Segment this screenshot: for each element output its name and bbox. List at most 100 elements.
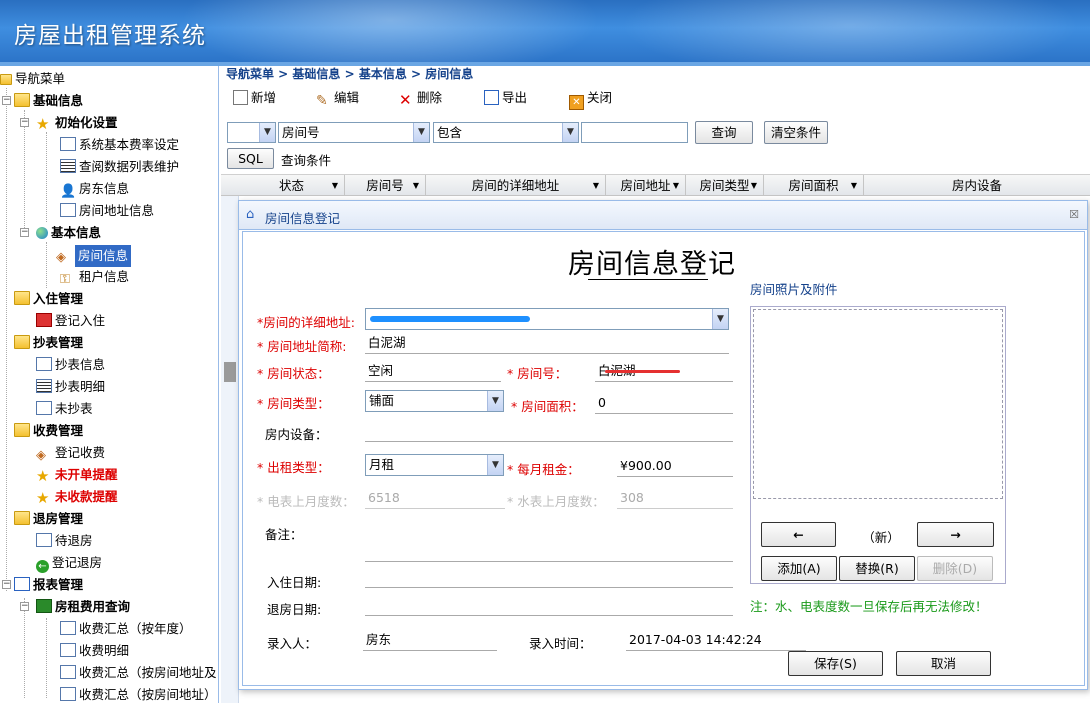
status-field[interactable]: 空闲 <box>365 360 501 382</box>
nav-item-report-mgmt[interactable]: 报表管理 <box>14 575 83 595</box>
header-decoration <box>180 0 600 62</box>
nav-item-tenant[interactable]: ⚿ 租户信息 <box>60 267 129 287</box>
short-name-field[interactable]: 白泥湖 <box>365 332 729 354</box>
operator-select[interactable]: 包含 ▼ <box>433 122 579 143</box>
nav-item-basic-info[interactable]: 基础信息 <box>14 91 83 111</box>
edit-doc-icon <box>36 357 52 371</box>
elec-meter-field[interactable]: 6518 <box>365 487 505 509</box>
logic-select[interactable]: ▼ <box>227 122 276 143</box>
nav-root[interactable]: 导航菜单 <box>0 69 65 89</box>
remark-field[interactable] <box>365 540 733 562</box>
edit-button[interactable]: ✎ 编辑 <box>316 88 359 109</box>
room-number-field[interactable]: 白泥湖 <box>595 360 733 382</box>
nav-item-room-info[interactable]: ◈ 房间信息 <box>56 245 132 267</box>
prev-photo-button[interactable]: ← <box>761 522 836 547</box>
back-arrow-icon: ← <box>36 560 49 573</box>
entry-time-field: 2017-04-03 14:42:24 <box>626 629 806 651</box>
checkout-date-field[interactable] <box>365 594 733 616</box>
photo-counter: （新） <box>862 530 900 545</box>
cancel-button[interactable]: 取消 <box>896 651 991 676</box>
clear-conditions-button[interactable]: 清空条件 <box>764 121 828 144</box>
edit-doc-icon <box>60 137 76 151</box>
photo-preview[interactable] <box>753 309 1003 499</box>
nav-item-label: 收费汇总（按房间地址及 <box>79 665 217 680</box>
nav-item-label: 收费汇总（按年度） <box>79 621 192 636</box>
column-header[interactable]: 房内设备 <box>864 175 1090 196</box>
room-area-field[interactable]: 0 <box>595 392 733 414</box>
row-selector[interactable] <box>224 362 236 382</box>
nav-item-register-checkin[interactable]: 登记入住 <box>36 311 105 331</box>
checkin-date-field[interactable] <box>365 566 733 588</box>
column-header[interactable]: 房间的详细地址 ▼ <box>426 175 606 196</box>
nav-item-register-fee[interactable]: ◈ 登记收费 <box>36 443 105 463</box>
redaction-mark <box>605 370 680 373</box>
new-button[interactable]: 新增 <box>233 88 276 108</box>
nav-item-room-address[interactable]: 房间地址信息 <box>60 201 154 221</box>
water-meter-field[interactable]: 308 <box>617 487 733 509</box>
delete-photo-button[interactable]: 删除(D) <box>917 556 993 581</box>
nav-item-fee-summary-address-and[interactable]: 收费汇总（按房间地址及 <box>60 663 217 683</box>
nav-item-checkout-mgmt[interactable]: 退房管理 <box>14 509 83 529</box>
nav-tree: 导航菜单 − 基础信息 − ★ 初始化设置 系统基本费率设定 查阅数据列表维护 👤… <box>0 66 219 703</box>
nav-item-meter-info[interactable]: 抄表信息 <box>36 355 105 375</box>
rent-type-select[interactable]: 月租 ▼ <box>365 454 504 476</box>
column-header[interactable]: 房间类型 ▼ <box>686 175 764 196</box>
nav-item-checkin-mgmt[interactable]: 入住管理 <box>14 289 83 309</box>
nav-item-fee-summary-address[interactable]: 收费汇总（按房间地址） <box>60 685 217 703</box>
export-button[interactable]: 导出 <box>484 88 527 108</box>
sql-button[interactable]: SQL <box>227 148 274 169</box>
address-select[interactable]: ▼ <box>365 308 729 330</box>
globe-icon <box>36 227 48 239</box>
nav-item-fee-summary-year[interactable]: 收费汇总（按年度） <box>60 619 192 639</box>
collapse-icon[interactable]: − <box>2 580 11 589</box>
nav-item-basic[interactable]: 基本信息 <box>36 223 101 243</box>
room-type-select[interactable]: 铺面 ▼ <box>365 390 504 412</box>
nav-item-label: 系统基本费率设定 <box>79 137 180 152</box>
column-header[interactable]: 房间面积 ▼ <box>764 175 864 196</box>
column-header[interactable]: 状态 ▼ <box>239 175 345 196</box>
replace-photo-button[interactable]: 替换(R) <box>839 556 915 581</box>
nav-item-label: 初始化设置 <box>55 115 118 130</box>
monthly-rent-field[interactable]: ¥900.00 <box>617 455 733 477</box>
field-select[interactable]: 房间号 ▼ <box>278 122 430 143</box>
nav-item-label: 房间地址信息 <box>79 203 155 218</box>
column-header[interactable]: 房间地址 ▼ <box>606 175 686 196</box>
delete-button[interactable]: ✕ 删除 <box>399 88 442 108</box>
nav-item-pending-checkout[interactable]: 待退房 <box>36 531 93 551</box>
close-button[interactable]: ✕ 关闭 <box>569 88 612 110</box>
add-photo-button[interactable]: 添加(A) <box>761 556 837 581</box>
collapse-icon[interactable]: − <box>20 602 29 611</box>
nav-item-meter-mgmt[interactable]: 抄表管理 <box>14 333 83 353</box>
nav-item-fee-detail[interactable]: 收费明细 <box>60 641 129 661</box>
filter-value-input[interactable] <box>581 122 688 143</box>
nav-item-register-checkout[interactable]: ← 登记退房 <box>36 553 102 573</box>
calculator-icon <box>36 599 52 613</box>
nav-item-unread-meter[interactable]: 未抄表 <box>36 399 93 419</box>
close-icon[interactable]: ☒ <box>1069 208 1079 221</box>
nav-item-landlord[interactable]: 👤 房东信息 <box>60 179 129 199</box>
nav-item-rate-settings[interactable]: 系统基本费率设定 <box>60 135 179 155</box>
collapse-icon[interactable]: − <box>20 228 29 237</box>
nav-item-label: 查阅数据列表维护 <box>79 159 180 174</box>
nav-item-lookup-maintenance[interactable]: 查阅数据列表维护 <box>60 157 179 177</box>
nav-item-meter-detail[interactable]: 抄表明细 <box>36 377 105 397</box>
save-button[interactable]: 保存(S) <box>788 651 883 676</box>
nav-item-rent-query[interactable]: 房租费用查询 <box>36 597 130 617</box>
collapse-icon[interactable]: − <box>2 96 11 105</box>
chevron-down-icon: ▼ <box>712 309 728 329</box>
collapse-icon[interactable]: − <box>20 118 29 127</box>
equipment-field[interactable] <box>365 420 733 442</box>
nav-item-init-settings[interactable]: ★ 初始化设置 <box>36 113 118 133</box>
next-photo-button[interactable]: → <box>917 522 994 547</box>
list-icon <box>60 159 76 173</box>
nav-item-unbilled-reminder[interactable]: ★ 未开单提醒 <box>36 465 118 485</box>
chevron-down-icon: ▼ <box>487 455 503 475</box>
room-type-value: 铺面 <box>369 393 395 408</box>
nav-item-fee-mgmt[interactable]: 收费管理 <box>14 421 83 441</box>
entered-by-label: 录入人： <box>267 636 318 651</box>
column-header[interactable]: 房间号 ▼ <box>345 175 426 196</box>
folder-icon <box>14 511 30 525</box>
star-icon: ★ <box>36 467 50 485</box>
query-button[interactable]: 查询 <box>695 121 753 144</box>
nav-item-unpaid-reminder[interactable]: ★ 未收款提醒 <box>36 487 118 507</box>
